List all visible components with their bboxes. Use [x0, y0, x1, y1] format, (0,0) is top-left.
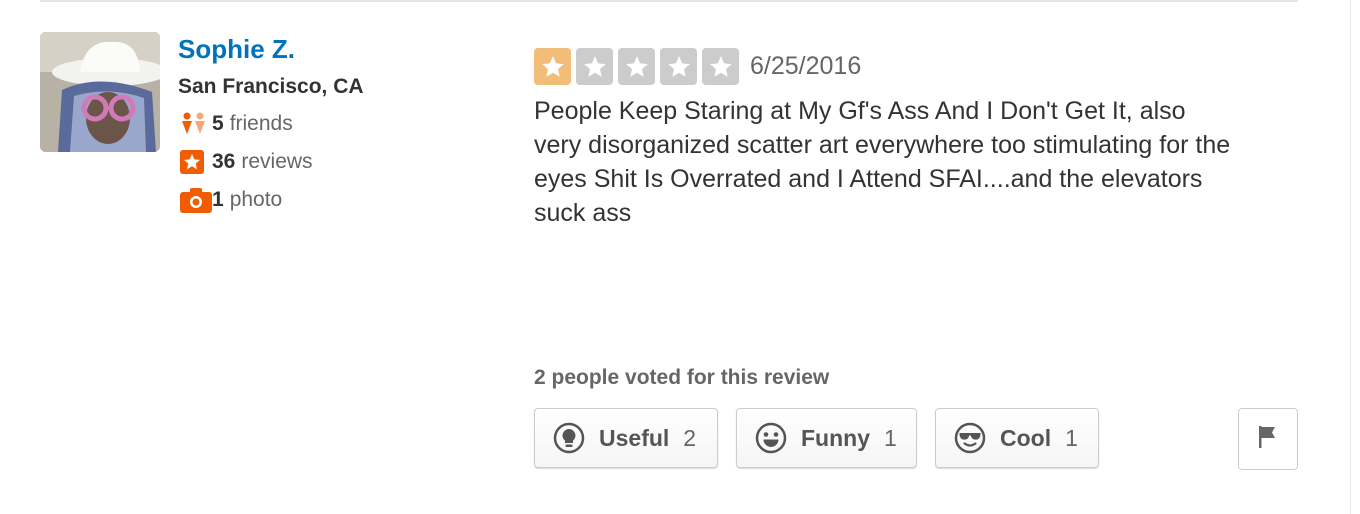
star-filled-icon — [534, 48, 571, 85]
star-badge-icon — [180, 148, 212, 176]
top-divider — [40, 0, 1298, 2]
reviews-label: reviews — [241, 150, 313, 173]
user-location: San Francisco, CA — [178, 75, 364, 98]
photos-label: photo — [229, 188, 283, 211]
user-name-link[interactable]: Sophie Z. — [178, 34, 295, 65]
reviews-count: 36 — [212, 150, 236, 173]
cool-count: 1 — [1065, 424, 1078, 451]
vote-heading: 2 people voted for this review — [534, 366, 830, 389]
cool-button[interactable]: Cool 1 — [935, 408, 1099, 468]
smiley-icon — [755, 422, 787, 454]
friends-stat: 5 friends — [180, 110, 293, 138]
camera-icon — [180, 186, 212, 214]
friends-label: friends — [229, 112, 293, 135]
photos-count: 1 — [212, 188, 224, 211]
star-empty-icon — [660, 48, 697, 85]
flag-button[interactable] — [1238, 408, 1298, 470]
star-empty-icon — [576, 48, 613, 85]
star-rating — [534, 48, 739, 85]
useful-label: Useful — [599, 424, 670, 451]
scrollbar-track[interactable] — [1350, 0, 1360, 514]
lightbulb-icon — [553, 422, 585, 454]
avatar[interactable] — [40, 32, 160, 152]
flag-icon — [1257, 424, 1279, 455]
useful-count: 2 — [683, 424, 697, 451]
friends-icon — [180, 110, 212, 138]
star-empty-icon — [702, 48, 739, 85]
friends-count: 5 — [212, 112, 224, 135]
star-empty-icon — [618, 48, 655, 85]
funny-label: Funny — [801, 424, 870, 451]
review-date: 6/25/2016 — [750, 52, 862, 80]
reviews-stat: 36 reviews — [180, 148, 313, 176]
funny-button[interactable]: Funny 1 — [736, 408, 917, 468]
photos-stat: 1 photo — [180, 186, 282, 214]
review-text: People Keep Staring at My Gf's Ass And I… — [534, 97, 1231, 227]
cool-label: Cool — [1000, 424, 1052, 451]
funny-count: 1 — [884, 424, 897, 451]
sunglasses-icon — [954, 422, 986, 454]
useful-button[interactable]: Useful 2 — [534, 408, 718, 468]
